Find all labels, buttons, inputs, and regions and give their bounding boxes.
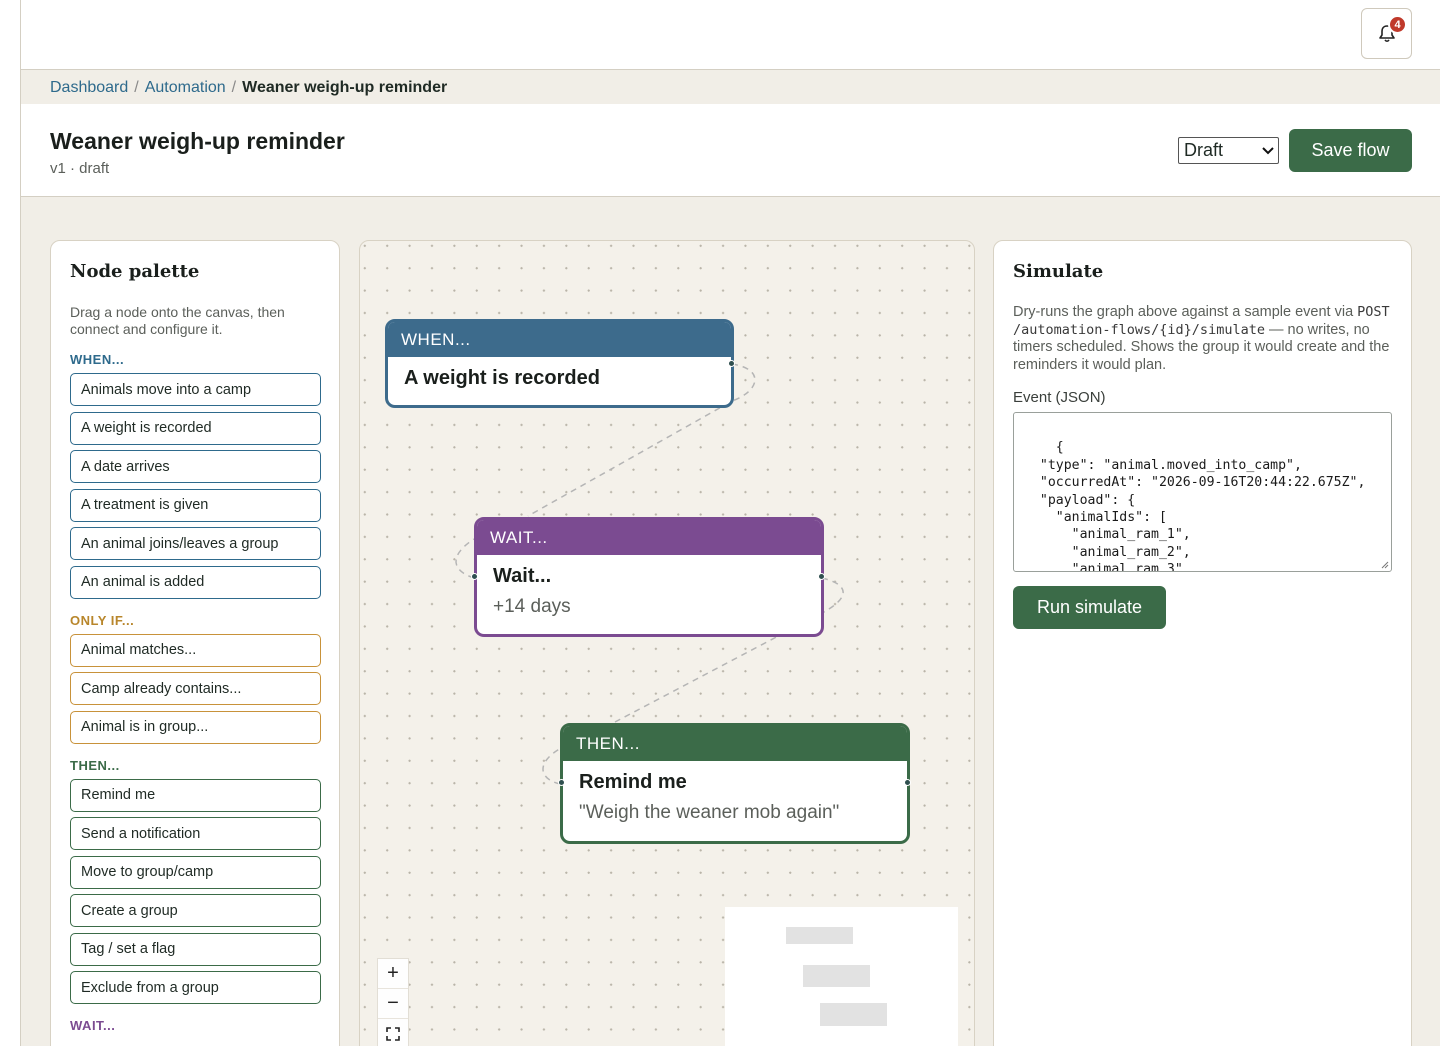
notifications-button[interactable]: 4	[1361, 8, 1412, 59]
palette-item-weight-recorded[interactable]: A weight is recorded	[70, 411, 321, 445]
notification-count-badge: 4	[1388, 15, 1407, 34]
minimap-node-then	[820, 1003, 887, 1026]
top-bar: 4	[21, 0, 1440, 70]
edge-in-wait	[455, 538, 475, 579]
palette-title: Node palette	[70, 261, 200, 282]
palette-item-animals-move-into-camp[interactable]: Animals move into a camp	[70, 373, 321, 406]
palette-item-move-to-group-camp[interactable]: Move to group/camp	[70, 855, 321, 889]
version-status: v1 · draft	[50, 160, 110, 177]
node-wait-header: WAIT...	[477, 520, 821, 555]
status-select[interactable]: Draft	[1178, 137, 1279, 164]
palette-section-wait: WAIT...	[70, 1018, 116, 1033]
status-select-value: Draft	[1184, 140, 1224, 160]
palette-item-animal-in-group[interactable]: Animal is in group...	[70, 710, 321, 744]
simulate-description-start: Dry-runs the graph above against a sampl…	[1013, 304, 1358, 320]
simulate-panel: Simulate Dry-runs the graph above agains…	[993, 240, 1412, 1046]
node-wait-title: Wait...	[493, 565, 552, 587]
fit-view-icon	[386, 1027, 400, 1041]
palette-item-camp-already-contains[interactable]: Camp already contains...	[70, 672, 321, 705]
flow-canvas[interactable]: WHEN... A weight is recorded WAIT... Wai…	[359, 240, 975, 1046]
run-simulate-button[interactable]: Run simulate	[1013, 586, 1166, 629]
palette-item-exclude-from-group[interactable]: Exclude from a group	[70, 971, 321, 1004]
resize-handle-icon[interactable]	[1379, 559, 1389, 569]
palette-item-create-group[interactable]: Create a group	[70, 894, 321, 927]
event-json-input[interactable]: { "type": "animal.moved_into_camp", "occ…	[1013, 412, 1392, 572]
node-then-message: "Weigh the weaner mob again"	[579, 802, 840, 823]
node-wait-input-handle[interactable]	[471, 573, 478, 580]
palette-item-remind-me[interactable]: Remind me	[70, 778, 321, 812]
chevron-down-icon	[1262, 146, 1274, 154]
palette-item-date-arrives[interactable]: A date arrives	[70, 450, 321, 483]
palette-item-tag-set-flag[interactable]: Tag / set a flag	[70, 932, 321, 966]
node-then-header: THEN...	[563, 726, 907, 761]
node-then-output-handle[interactable]	[904, 779, 911, 786]
palette-section-then: THEN...	[70, 757, 120, 773]
simulate-description: Dry-runs the graph above against a sampl…	[1013, 304, 1392, 374]
event-json-text: { "type": "animal.moved_into_camp", "occ…	[1039, 440, 1366, 572]
minimap[interactable]	[725, 907, 958, 1046]
node-palette: Node palette Drag a node onto the canvas…	[50, 240, 340, 1046]
zoom-out-button[interactable]: −	[378, 989, 408, 1019]
node-then-input-handle[interactable]	[558, 779, 565, 786]
save-flow-button[interactable]: Save flow	[1289, 129, 1412, 172]
node-wait-duration: +14 days	[493, 596, 571, 617]
palette-description: Drag a node onto the canvas, then connec…	[70, 304, 285, 337]
breadcrumb-separator: /	[134, 78, 139, 96]
page-title: Weaner weigh-up reminder	[50, 128, 345, 154]
node-when-output-handle[interactable]	[728, 360, 735, 367]
palette-item-send-notification[interactable]: Send a notification	[70, 817, 321, 850]
node-wait-output-handle[interactable]	[818, 573, 825, 580]
zoom-controls: + −	[377, 958, 409, 1046]
breadcrumb-current: Weaner weigh-up reminder	[242, 78, 448, 96]
zoom-in-button[interactable]: +	[378, 959, 408, 989]
minimap-node-wait	[803, 965, 870, 987]
flow-node-when[interactable]: WHEN... A weight is recorded	[385, 319, 734, 408]
sidebar-edge	[0, 0, 21, 1046]
palette-section-when: WHEN...	[70, 352, 125, 367]
node-when-header: WHEN...	[388, 322, 731, 357]
breadcrumb-dashboard[interactable]: Dashboard	[50, 79, 128, 97]
flow-node-then[interactable]: THEN... Remind me "Weigh the weaner mob …	[560, 723, 910, 844]
node-when-title: A weight is recorded	[404, 367, 600, 389]
breadcrumb-separator: /	[231, 78, 237, 96]
flow-node-wait[interactable]: WAIT... Wait... +14 days	[474, 517, 824, 637]
fit-view-button[interactable]	[378, 1019, 408, 1046]
minimap-node-when	[786, 927, 853, 944]
node-then-title: Remind me	[579, 771, 687, 793]
event-json-label: Event (JSON)	[1013, 389, 1106, 406]
palette-section-only-if: ONLY IF...	[70, 612, 135, 628]
palette-item-animal-joins-leaves-group[interactable]: An animal joins/leaves a group	[70, 527, 321, 560]
page-header: Weaner weigh-up reminder v1 · draft Draf…	[21, 104, 1440, 197]
breadcrumb: Dashboard / Automation / Weaner weigh-up…	[21, 71, 1440, 104]
palette-item-animal-added[interactable]: An animal is added	[70, 565, 321, 599]
breadcrumb-automation[interactable]: Automation	[145, 79, 226, 97]
palette-item-treatment-given[interactable]: A treatment is given	[70, 488, 321, 522]
palette-item-animal-matches[interactable]: Animal matches...	[70, 633, 321, 667]
simulate-title: Simulate	[1013, 261, 1104, 282]
